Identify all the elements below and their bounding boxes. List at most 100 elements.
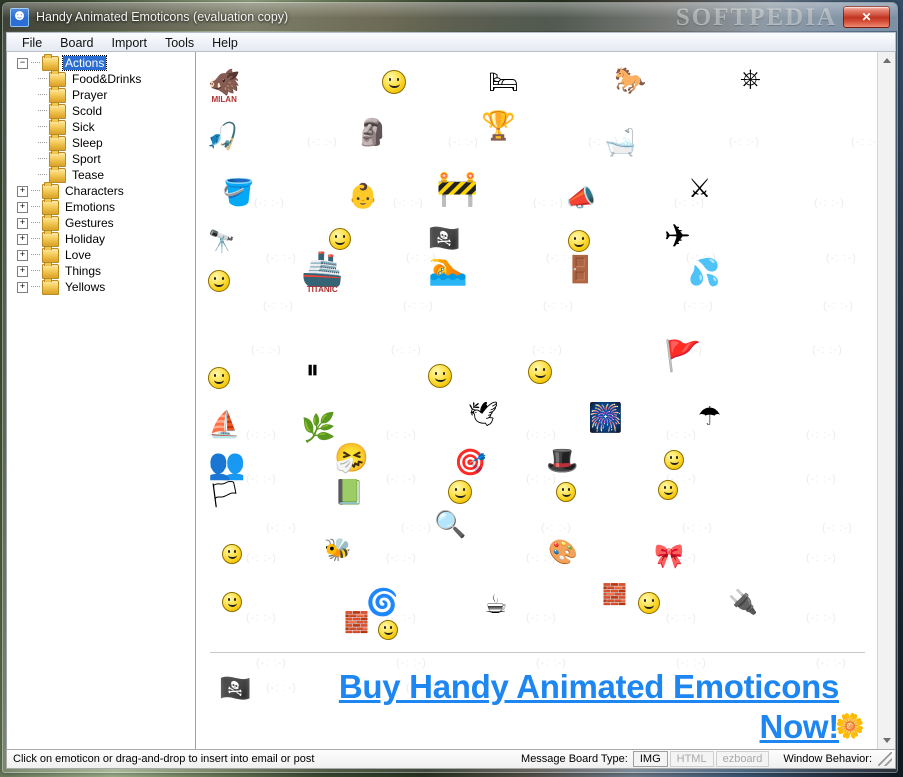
emoticon-pink-hat-smiley[interactable]: 🎀 [654,544,684,568]
emoticon-titanic-boat-smiley[interactable]: 🚢 TITANIC [301,252,343,294]
emoticon-smiley-with-mug[interactable]: ☕ [484,592,507,618]
emoticon-smiley-thinking[interactable] [638,592,660,614]
emoticon-plain-yellow-smiley-2[interactable] [556,482,576,502]
emoticon-smiley-riding-horse[interactable]: 🐎 [614,68,646,94]
menu-item-tools[interactable]: Tools [156,34,203,52]
emoticon-milan-signpost-hedgehog[interactable]: 🐗 MILAN [208,70,240,104]
emoticon-smiley-door-flowers[interactable]: 🚪 [564,257,596,283]
emoticon-smiley-in-cage[interactable]: 🪣 [222,180,254,206]
tree-item-love[interactable]: + Love [7,245,195,263]
tree-item-tease[interactable]: Tease [7,165,195,183]
collapse-minus-icon[interactable]: − [17,57,28,69]
emoticon-smiley-umbrella[interactable]: ☂ [698,404,721,430]
scroll-up-arrow[interactable] [878,52,895,69]
emoticon-brick-wall-tall[interactable]: 🧱 [602,584,627,604]
emoticon-trophy-statue-smiley[interactable]: 🏆 [481,112,516,140]
emoticon-magician-hat-smiley[interactable]: 🎩 [546,448,578,474]
emoticon-blue-egg-smiley[interactable] [658,480,678,500]
emoticon-group-of-smileys[interactable]: 👥 [208,450,245,480]
emoticon-plain-yellow-smiley-1[interactable] [664,450,684,470]
emoticon-sailor-smiley-wheel[interactable]: ⎈ [740,66,761,92]
tree-item-prayer[interactable]: Prayer [7,85,195,103]
board-type-img[interactable]: IMG [632,751,668,767]
expand-plus-icon[interactable]: + [17,249,28,261]
emoticon-smiley-fishing[interactable]: 🎣 [206,124,238,150]
emoticon-panel[interactable]: (-: :-) (-: :-) (-: :-) (-: :-) (-: :-) (-: :… [196,52,877,749]
emoticon-smiley-flying-bird[interactable]: 🕊 [468,402,498,426]
emoticon-olive-smiley-flag[interactable]: 🏳 [208,482,241,508]
emoticon-smiley-sneezing[interactable]: 🤧 [334,444,369,472]
tree-item-things[interactable]: + Things [7,261,195,279]
emoticon-smiley-green-bar[interactable]: 📗 [334,480,364,504]
emoticon-smiley-winking-shoot[interactable] [448,480,472,504]
emoticon-megaphone-smiley[interactable]: 📣 [566,186,596,210]
tree-item-holiday[interactable]: + Holiday [7,229,195,247]
expand-plus-icon[interactable]: + [17,281,28,293]
expand-plus-icon[interactable]: + [17,201,28,213]
tree-item-scold[interactable]: Scold [7,101,195,119]
emoticon-red-smiley[interactable] [222,592,242,612]
emoticon-smiley-peeking-binoculars[interactable]: 🔭 [208,232,235,254]
panel-splitter[interactable] [195,52,199,749]
expand-plus-icon[interactable]: + [17,265,28,277]
tree-item-actions[interactable]: − Actions [7,53,195,71]
emoticon-smiley-blowing-whistle[interactable]: 🌀 [366,590,398,616]
emoticon-grass-field-bar[interactable]: 🌿 [301,414,336,442]
menu-item-board[interactable]: Board [51,34,102,52]
resize-grip[interactable] [878,752,892,766]
emoticon-bee-smiley[interactable]: 🐝 [324,540,351,562]
emoticon-smiley-fireworks[interactable]: 🎆 [588,404,623,432]
tree-item-sport[interactable]: Sport [7,149,195,167]
emoticon-baby-smiley[interactable]: 👶 [348,184,378,208]
emoticon-roadwork-sign-smiley[interactable]: 🚧 [436,172,478,206]
category-tree[interactable]: − Actions Food&Drinks Prayer Scold Sick Sleep S… [7,52,196,749]
tree-item-emotions[interactable]: + Emotions [7,197,195,215]
emoticon-smiley-with-plug[interactable]: 🔌 [728,590,758,614]
tree-item-fooddrinks[interactable]: Food&Drinks [7,69,195,87]
board-type-ezboard[interactable]: ezboard [715,751,770,767]
emoticon-rainbow-smiley[interactable] [428,364,452,388]
emoticon-statue-smiley[interactable]: 🗿 [356,120,388,146]
menu-item-file[interactable]: File [13,34,51,52]
emoticon-smiley-magnifier-target[interactable]: 🔍 [434,512,466,538]
emoticon-smiley-number-97[interactable] [568,230,590,252]
emoticon-smiley-in-bathtub[interactable]: 🛁 [604,130,636,156]
expand-plus-icon[interactable]: + [17,185,28,197]
close-button[interactable]: ✕ [843,6,890,28]
emoticon-cool-smiley-sunglasses[interactable] [382,70,406,94]
emoticon-two-smileys-paused[interactable]: ⏸ [306,357,319,383]
expand-plus-icon[interactable]: + [17,217,28,229]
emoticon-smiley-smoking[interactable] [208,270,230,292]
tree-item-yellows[interactable]: + Yellows [7,277,195,295]
emoticon-placeholder-watermark: (-: :-) [307,136,338,148]
emoticon-blue-smiley-sail[interactable] [528,360,552,384]
smiley-magnifier-target-icon: 🔍 [434,510,467,540]
emoticon-plain-yellow-smiley-3[interactable] [222,544,242,564]
menu-item-help[interactable]: Help [203,34,247,52]
emoticon-placeholder-watermark: (-: :-) [729,136,760,148]
emoticon-brick-wall-small[interactable]: 🧱 [344,612,369,632]
tree-item-sick[interactable]: Sick [7,117,195,135]
title-bar[interactable]: Handy Animated Emoticons (evaluation cop… [3,3,897,31]
emoticon-smiley-in-hammock[interactable]: 🛏 [488,70,518,94]
tree-item-characters[interactable]: + Characters [7,181,195,199]
tree-item-sleep[interactable]: Sleep [7,133,195,151]
emoticon-sailboat-smiley[interactable]: ⛵ [208,412,240,438]
emoticon-two-target-smileys[interactable]: 🎯 [454,450,486,476]
emoticon-referee-flag-smiley[interactable]: 🚩 [664,342,701,372]
expand-plus-icon[interactable]: + [17,233,28,245]
emoticon-smiley-yellow-split[interactable] [329,228,351,250]
scroll-down-arrow[interactable] [878,732,895,749]
emoticon-smiley-splashing-water[interactable]: 💦 [688,260,720,286]
board-type-html[interactable]: HTML [669,751,714,767]
emoticon-smiley-sword-fencing[interactable]: ⚔ [688,176,711,202]
tree-item-gestures[interactable]: + Gestures [7,213,195,231]
buy-now-link[interactable]: Buy Handy Animated Emoticons Now! [210,667,865,747]
emoticon-smiley-swimming-pool[interactable]: 🏊 [428,252,468,284]
emoticon-smiley-painter[interactable]: 🎨 [548,540,578,564]
emoticon-smiley-peeking-bottom[interactable] [378,620,398,640]
emoticon-paper-plane-f16[interactable]: ✈ [664,220,691,252]
vertical-scrollbar[interactable] [877,52,895,749]
menu-item-import[interactable]: Import [103,34,156,52]
emoticon-smiley-sleepy[interactable] [208,367,230,389]
